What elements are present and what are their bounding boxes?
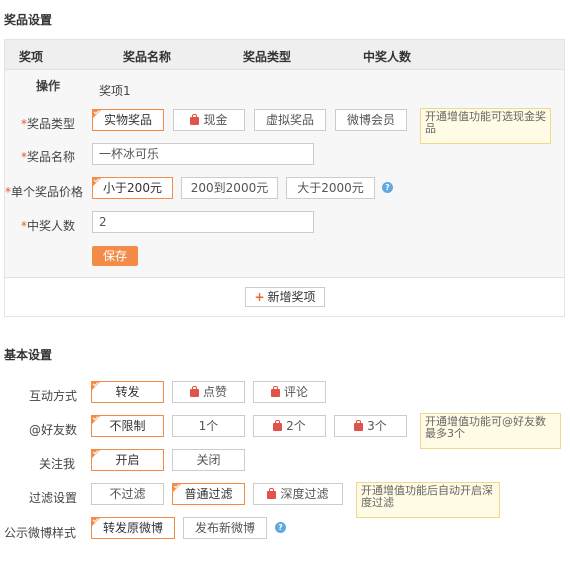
option-label: 虚拟奖品 — [265, 113, 314, 127]
price-under-200[interactable]: 小于200元 — [92, 177, 173, 199]
option-label: 评论 — [283, 385, 308, 399]
prize-section-title: 奖品设置 — [4, 13, 53, 27]
style-label: 公示微博样式 — [4, 526, 77, 540]
prize-name-label-text: 奖品名称 — [27, 150, 76, 164]
add-award-label: 新增奖项 — [267, 290, 316, 304]
option-label: 1个 — [198, 419, 219, 433]
interact-repost[interactable]: 转发 — [91, 381, 164, 403]
lock-bag-icon — [267, 488, 277, 499]
option-label: 不限制 — [109, 419, 146, 433]
option-label: 普通过滤 — [184, 487, 233, 501]
option-label: 点赞 — [202, 385, 227, 399]
prize-type-label: *奖品类型 — [21, 115, 75, 132]
option-label: 转发 — [115, 385, 140, 399]
prize-edit-body — [5, 70, 564, 278]
filter-label: 过滤设置 — [29, 491, 78, 505]
header-prize-type: 奖品类型 — [243, 50, 292, 64]
style-help-icon[interactable]: ? — [275, 522, 286, 533]
friends-unlimited[interactable]: 不限制 — [91, 415, 164, 437]
header-prize-name: 奖品名称 — [123, 50, 172, 64]
basic-section-title: 基本设置 — [4, 348, 53, 362]
add-award-button[interactable]: + 新增奖项 — [245, 287, 325, 307]
interact-label: 互动方式 — [29, 389, 78, 403]
filter-none[interactable]: 不过滤 — [91, 483, 164, 505]
option-label: 微博会员 — [346, 113, 395, 127]
option-label: 实物奖品 — [103, 113, 152, 127]
option-label: 大于2000元 — [297, 181, 364, 195]
prize-type-physical[interactable]: 实物奖品 — [92, 109, 164, 131]
prize-type-label-text: 奖品类型 — [27, 117, 76, 131]
price-label: *单个奖品价格 — [5, 183, 83, 200]
header-award: 奖项 — [19, 50, 44, 64]
option-label: 2个 — [286, 419, 306, 433]
friends-label: @好友数 — [29, 423, 78, 437]
price-over-2000[interactable]: 大于2000元 — [286, 177, 375, 199]
friends-tip: 开通增值功能可@好友数最多3个 — [420, 413, 561, 449]
prize-type-virtual[interactable]: 虚拟奖品 — [254, 109, 326, 131]
row-award-value: 奖项1 — [99, 84, 131, 98]
option-label: 200到2000元 — [190, 181, 269, 195]
prize-table-header: 奖项 奖品名称 奖品类型 中奖人数 — [5, 40, 564, 70]
follow-label: 关注我 — [39, 457, 76, 471]
friends-2[interactable]: 2个 — [253, 415, 326, 437]
option-label: 深度过滤 — [280, 487, 329, 501]
style-repost-original[interactable]: 转发原微博 — [91, 517, 175, 539]
winner-count-label: *中奖人数 — [21, 217, 75, 234]
option-label: 关闭 — [196, 453, 221, 467]
option-label: 不过滤 — [109, 487, 146, 501]
header-winner-count: 中奖人数 — [363, 50, 412, 64]
option-label: 现金 — [203, 113, 228, 127]
filter-deep[interactable]: 深度过滤 — [253, 483, 343, 505]
lock-bag-icon — [354, 420, 364, 431]
price-label-text: 单个奖品价格 — [11, 185, 84, 199]
follow-on[interactable]: 开启 — [91, 449, 164, 471]
filter-tip: 开通增值功能后自动开启深度过滤 — [356, 482, 500, 518]
prize-type-cash[interactable]: 现金 — [173, 109, 245, 131]
prize-type-vip[interactable]: 微博会员 — [335, 109, 407, 131]
lock-bag-icon — [190, 114, 200, 125]
winner-count-input[interactable]: 2 — [92, 211, 314, 233]
prize-type-tip: 开通增值功能可选现金奖品 — [420, 108, 551, 144]
winner-count-label-text: 中奖人数 — [27, 219, 76, 233]
option-label: 小于200元 — [103, 181, 162, 195]
follow-off[interactable]: 关闭 — [172, 449, 245, 471]
option-label: 3个 — [367, 419, 387, 433]
lock-bag-icon — [270, 386, 280, 397]
interact-like[interactable]: 点赞 — [172, 381, 245, 403]
option-label: 转发原微博 — [102, 521, 163, 535]
price-help-icon[interactable]: ? — [382, 182, 393, 193]
style-new-post[interactable]: 发布新微博 — [183, 517, 267, 539]
lock-bag-icon — [189, 386, 199, 397]
prize-name-input[interactable]: 一杯冰可乐 — [92, 143, 314, 165]
filter-normal[interactable]: 普通过滤 — [172, 483, 245, 505]
save-button[interactable]: 保存 — [92, 246, 138, 266]
lock-bag-icon — [273, 420, 283, 431]
prize-panel: 奖项 奖品名称 奖品类型 中奖人数 — [4, 39, 565, 317]
row-action-label: 操作 — [36, 79, 61, 93]
friends-3[interactable]: 3个 — [334, 415, 407, 437]
option-label: 发布新微博 — [194, 521, 255, 535]
friends-1[interactable]: 1个 — [172, 415, 245, 437]
price-200-2000[interactable]: 200到2000元 — [181, 177, 278, 199]
plus-icon: + — [254, 290, 265, 304]
option-label: 开启 — [115, 453, 140, 467]
prize-name-label: *奖品名称 — [21, 148, 75, 165]
interact-comment[interactable]: 评论 — [253, 381, 326, 403]
